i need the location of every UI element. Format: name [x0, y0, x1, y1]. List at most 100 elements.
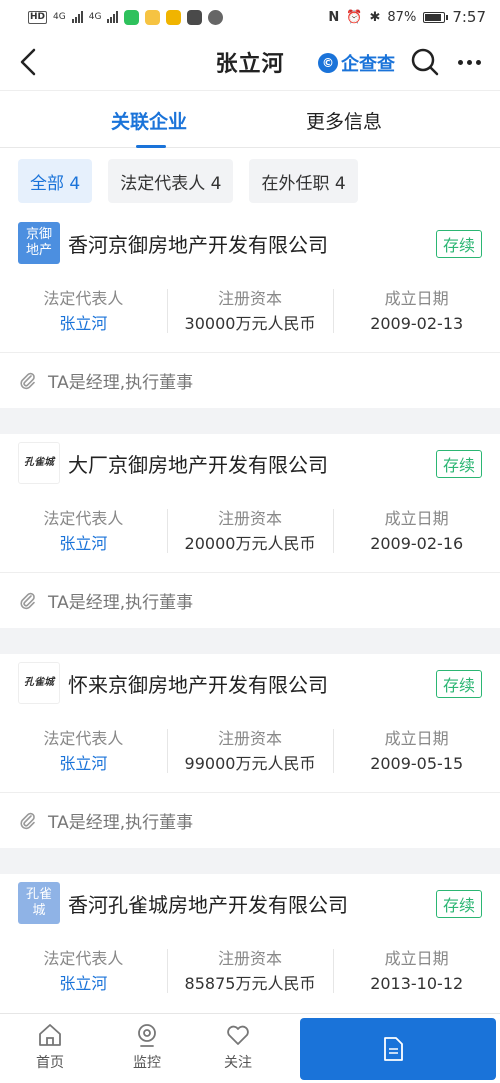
bottom-nav: 首页 监控 关注	[0, 1013, 500, 1083]
bottom-nav-home[interactable]: 首页	[20, 1022, 80, 1072]
legal-rep-link[interactable]: 张立河	[0, 311, 167, 337]
date-col: 成立日期 2009-05-15	[333, 727, 500, 777]
signal-icon	[107, 11, 119, 23]
tab-more-info[interactable]: 更多信息	[306, 107, 382, 134]
camera-icon	[138, 1024, 156, 1047]
capital-label: 注册资本	[218, 729, 283, 748]
date-col: 成立日期 2013-10-12	[333, 947, 500, 997]
wechat-icon	[124, 9, 140, 25]
status-badge: 存续	[435, 450, 482, 478]
app-icon	[145, 9, 161, 25]
role-text: TA是经理,执行董事	[48, 813, 194, 833]
status-left: HD 4G 4G	[28, 9, 224, 25]
app-icon	[187, 9, 203, 25]
bottom-nav-follow[interactable]: 关注	[208, 1022, 268, 1072]
filter-external-role[interactable]: 在外任职 4	[249, 159, 358, 203]
company-card[interactable]: 京御 地产 香河京御房地产开发有限公司 存续 法定代表人 张立河 注册资本 30…	[0, 214, 500, 408]
date-value: 2013-10-12	[370, 974, 464, 993]
company-card[interactable]: 孔雀 城 香河孔雀城房地产开发有限公司 存续 法定代表人 张立河 注册资本 85…	[0, 874, 500, 1014]
card-header: 京御 地产 香河京御房地产开发有限公司 存续	[0, 214, 500, 272]
company-name[interactable]: 大厂京御房地产开发有限公司	[68, 449, 328, 478]
report-button[interactable]	[300, 1018, 496, 1080]
role-text: TA是经理,执行董事	[48, 373, 194, 393]
capital-value: 20000万元人民币	[184, 534, 316, 553]
alarm-icon: ⏰	[346, 9, 363, 25]
nfc-icon: N	[328, 9, 340, 25]
company-name[interactable]: 香河孔雀城房地产开发有限公司	[68, 889, 348, 918]
app-icon	[166, 9, 182, 25]
more-button[interactable]	[452, 48, 486, 76]
company-name[interactable]: 怀来京御房地产开发有限公司	[68, 669, 328, 698]
bottom-nav-monitor[interactable]: 监控	[117, 1022, 177, 1072]
logo-text: 孔雀城	[24, 457, 54, 468]
date-col: 成立日期 2009-02-13	[333, 287, 500, 337]
card-info: 法定代表人 张立河 注册资本 99000万元人民币 成立日期 2009-05-1…	[0, 712, 500, 792]
card-header: 孔雀城 大厂京御房地产开发有限公司 存续	[0, 434, 500, 492]
search-button[interactable]	[410, 47, 440, 77]
document-icon	[384, 1037, 403, 1061]
capital-col: 注册资本 30000万元人民币	[166, 287, 334, 337]
capital-label: 注册资本	[218, 289, 283, 308]
tab-indicator	[136, 145, 166, 148]
status-bar: HD 4G 4G N ⏰ ✱ 87% 7:57	[0, 0, 500, 34]
battery-percent: 87%	[387, 9, 417, 25]
bottom-nav-label: 关注	[224, 1055, 252, 1071]
legal-rep-label: 法定代表人	[43, 949, 124, 968]
date-value: 2009-02-13	[370, 314, 464, 333]
legal-rep-label: 法定代表人	[43, 289, 124, 308]
legal-rep-col: 法定代表人 张立河	[0, 727, 167, 777]
company-logo: 孔雀 城	[18, 882, 60, 924]
network-type-2: 4G	[88, 12, 102, 22]
date-value: 2009-02-16	[370, 534, 464, 553]
company-card[interactable]: 孔雀城 大厂京御房地产开发有限公司 存续 法定代表人 张立河 注册资本 2000…	[0, 434, 500, 628]
filter-legal-rep[interactable]: 法定代表人 4	[108, 159, 234, 203]
legal-rep-col: 法定代表人 张立河	[0, 947, 167, 997]
message-icon	[208, 9, 224, 25]
legal-rep-col: 法定代表人 张立河	[0, 507, 167, 557]
card-info: 法定代表人 张立河 注册资本 20000万元人民币 成立日期 2009-02-1…	[0, 492, 500, 572]
nav-bar: 张立河 © 企查查	[0, 34, 500, 90]
capital-label: 注册资本	[218, 949, 283, 968]
legal-rep-link[interactable]: 张立河	[0, 531, 167, 557]
tab-related-companies[interactable]: 关联企业	[111, 107, 187, 134]
logo-text: 京御 地产	[25, 227, 52, 258]
company-logo: 京御 地产	[18, 222, 60, 264]
status-badge: 存续	[435, 890, 482, 918]
card-header: 孔雀城 怀来京御房地产开发有限公司 存续	[0, 654, 500, 712]
signal-icon	[71, 11, 83, 23]
battery-icon	[423, 11, 449, 23]
bottom-nav-label: 首页	[36, 1055, 64, 1071]
legal-rep-col: 法定代表人 张立河	[0, 287, 167, 337]
capital-label: 注册资本	[218, 509, 283, 528]
status-right: N ⏰ ✱ 87% 7:57	[328, 8, 486, 26]
logo-text: 孔雀城	[24, 677, 54, 688]
legal-rep-link[interactable]: 张立河	[0, 751, 167, 777]
filter-all[interactable]: 全部 4	[18, 159, 93, 203]
date-col: 成立日期 2009-02-16	[333, 507, 500, 557]
paperclip-icon	[20, 812, 35, 829]
back-button[interactable]	[12, 46, 44, 78]
company-logo: 孔雀城	[18, 442, 60, 484]
heart-icon	[227, 1025, 249, 1045]
date-label: 成立日期	[384, 509, 449, 528]
date-label: 成立日期	[384, 729, 449, 748]
clock: 7:57	[452, 8, 486, 26]
status-badge: 存续	[435, 670, 482, 698]
hd-indicator: HD	[28, 10, 48, 24]
capital-col: 注册资本 20000万元人民币	[166, 507, 334, 557]
search-icon	[411, 48, 439, 76]
company-name[interactable]: 香河京御房地产开发有限公司	[68, 229, 328, 258]
capital-value: 99000万元人民币	[184, 754, 316, 773]
more-dot-icon	[457, 59, 463, 65]
date-label: 成立日期	[384, 289, 449, 308]
card-info: 法定代表人 张立河 注册资本 30000万元人民币 成立日期 2009-02-1…	[0, 272, 500, 352]
capital-col: 注册资本 85875万元人民币	[166, 947, 334, 997]
status-badge: 存续	[435, 230, 482, 258]
brand-name: 企查查	[341, 54, 395, 75]
legal-rep-link[interactable]: 张立河	[0, 971, 167, 997]
card-info: 法定代表人 张立河 注册资本 85875万元人民币 成立日期 2013-10-1…	[0, 932, 500, 1012]
company-logo: 孔雀城	[18, 662, 60, 704]
more-dot-icon	[475, 59, 481, 65]
date-value: 2009-05-15	[370, 754, 464, 773]
company-card[interactable]: 孔雀城 怀来京御房地产开发有限公司 存续 法定代表人 张立河 注册资本 9900…	[0, 654, 500, 848]
